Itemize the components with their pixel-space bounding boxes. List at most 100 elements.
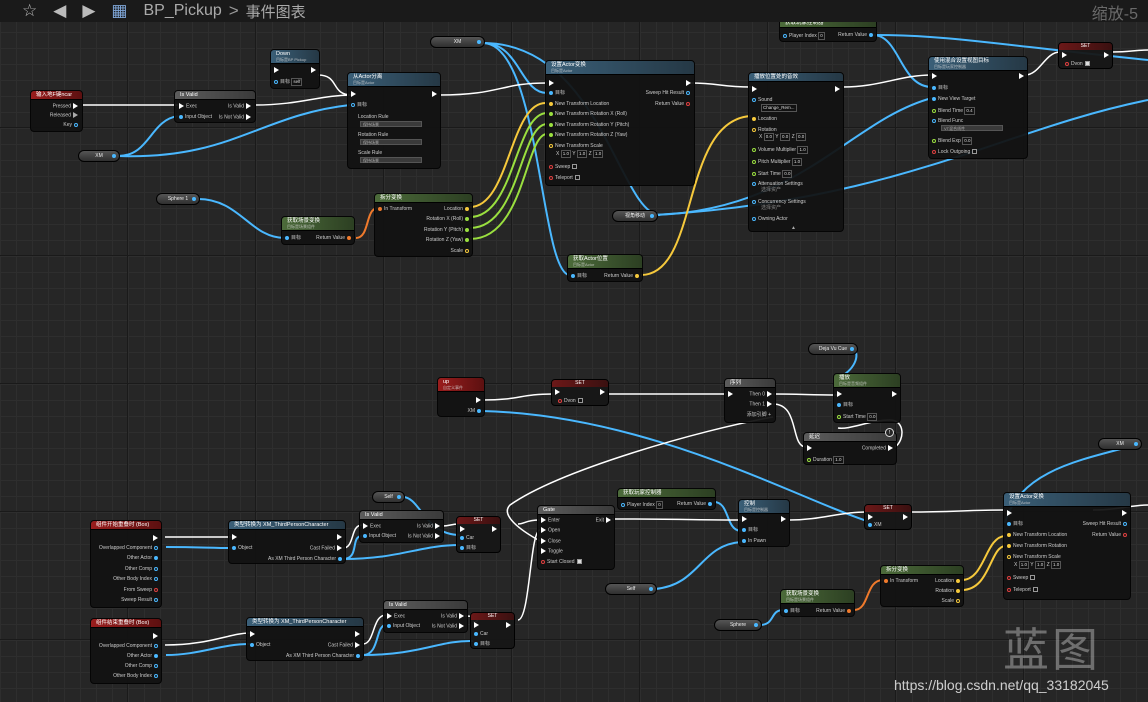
duration-field[interactable]: 1.0: [833, 456, 844, 464]
node-title: 输入地F键ncar: [31, 91, 82, 100]
get-world-transform-node-2[interactable]: 获取场景变换 目标是场景组件 目标 Return Value: [780, 589, 855, 617]
start-closed-checkbox[interactable]: [576, 559, 582, 565]
target-label: 目标: [555, 90, 566, 96]
set-dvon-node-top[interactable]: SET Dvon: [1058, 42, 1113, 69]
gate-node[interactable]: Gate Enter Exit Open Close Toggle Start …: [537, 505, 615, 570]
forward-arrow-icon[interactable]: ▶: [82, 1, 95, 21]
node-title: SET: [471, 613, 514, 620]
set-car-node-1[interactable]: SET Car 目标: [456, 516, 501, 553]
sweep-checkbox[interactable]: [1030, 575, 1036, 581]
location-label: Location: [935, 578, 954, 584]
xm-variable-top[interactable]: XM: [430, 36, 485, 48]
break-transform-node[interactable]: 拆分变换 In Transform Location Rotation X (R…: [374, 193, 473, 257]
target-label: 目标: [291, 235, 302, 241]
play-audio-node[interactable]: 播放 目标是音频组件 目标 Start Time 0.0: [833, 373, 901, 423]
pitch-field[interactable]: 1.0: [791, 158, 803, 166]
on-component-begin-overlap-node[interactable]: 组件开始重叠时 (Box) Overlapped Component Other…: [90, 520, 162, 608]
xm-variable-left[interactable]: XM: [78, 150, 120, 162]
lock-outgoing-checkbox[interactable]: [972, 149, 978, 155]
sphere-variable[interactable]: Sphere: [714, 619, 762, 631]
exec-label: Exec: [186, 103, 198, 110]
rotation-rule-dropdown[interactable]: 保持场景: [360, 139, 422, 145]
set-xm-node[interactable]: SET XM: [864, 504, 912, 530]
get-player-controller-node-2[interactable]: 获取玩家控制器 Player Index 0 Return Value: [617, 488, 716, 510]
scale-y-field[interactable]: 1.0: [1034, 561, 1046, 569]
location-rule-dropdown[interactable]: 保持场景: [360, 121, 422, 127]
return-label: Return Value: [838, 32, 867, 38]
xm-variable-right[interactable]: XM: [1098, 438, 1142, 450]
attenuation-asset-picker[interactable]: 选择资产: [761, 187, 781, 193]
start-time-field[interactable]: 0.0: [782, 170, 793, 178]
teleport-checkbox[interactable]: [574, 175, 580, 181]
up-custom-event-node[interactable]: up 自定义事件 XM: [437, 377, 485, 417]
then0-label: Then 0: [749, 391, 765, 398]
teleport-checkbox[interactable]: [1032, 587, 1038, 593]
sweep-hit-label: Sweep Hit Result: [1082, 521, 1121, 527]
is-valid-node-2[interactable]: Is Valid Exec Is Valid Input Object Is N…: [359, 510, 444, 543]
deja-vu-cue-variable[interactable]: Deja Vu Cue: [808, 343, 858, 355]
location-label: New Transform Location: [555, 101, 610, 107]
break-transform-node-2[interactable]: 拆分变换 In Transform Location Rotation Scal…: [880, 565, 964, 607]
set-actor-transform-node-2[interactable]: 设置Actor变换 目标是Actor 目标 Sweep Hit Result Ne…: [1003, 492, 1131, 600]
star-icon[interactable]: ☆: [22, 1, 37, 21]
start-time-field[interactable]: 0.0: [867, 413, 878, 421]
blueprint-title[interactable]: BP_Pickup: [143, 2, 221, 20]
cast-to-character-node-2[interactable]: 类型转换为 XM_ThirdPersonCharacter Object Cas…: [246, 617, 364, 661]
delay-node[interactable]: 延迟 Completed Duration 1.0: [803, 432, 897, 465]
scale-z-field[interactable]: 1.0: [593, 150, 604, 158]
return-label: Return Value: [316, 235, 345, 241]
player-index-field[interactable]: 0: [656, 501, 663, 509]
back-arrow-icon[interactable]: ◀: [53, 1, 66, 21]
volume-field[interactable]: 1.0: [797, 146, 808, 154]
sweep-checkbox[interactable]: [572, 164, 578, 170]
sphere1-variable[interactable]: Sphere 1: [156, 193, 200, 205]
key-input-event-node[interactable]: 输入地F键ncar Pressed Released Key: [30, 90, 83, 132]
detach-actor-node[interactable]: 从Actor分离 目标是Actor 目标 Location Rule 保持场景 R…: [347, 72, 441, 169]
down-function-node[interactable]: Down 目标是BP Pickup 目标 self: [270, 49, 320, 89]
target-label: 目标: [466, 545, 477, 551]
sequence-node[interactable]: 序列 Then 0 Then 1 添加引脚 +: [724, 378, 776, 423]
concurrency-asset-picker[interactable]: 选择资产: [761, 205, 781, 211]
sound-asset-picker[interactable]: Change_Rem...: [761, 104, 797, 112]
cast-to-character-node-1[interactable]: 类型转换为 XM_ThirdPersonCharacter Object Cas…: [228, 520, 346, 564]
set-car-node-2[interactable]: SET Car 目标: [470, 612, 515, 649]
possess-node[interactable]: 控制 目标是控制器 目标 In Pawn: [738, 499, 790, 547]
expand-arrow-icon[interactable]: ▲: [791, 225, 796, 231]
self-variable-1[interactable]: Self: [372, 491, 405, 503]
add-pin-button[interactable]: 添加引脚: [747, 412, 767, 418]
scale-x-field[interactable]: 1.0: [1018, 561, 1029, 569]
blend-func-dropdown[interactable]: VT混合线性: [941, 125, 1003, 131]
rot-x-field[interactable]: 0.0: [763, 133, 774, 141]
set-actor-transform-node[interactable]: 设置Actor变换 目标是Actor 目标 Sweep Hit Result Ne…: [545, 60, 695, 186]
rot-z-field[interactable]: 0.0: [796, 133, 807, 141]
dvon-checkbox[interactable]: [1084, 61, 1090, 67]
node-title: 组件结束重叠时 (Box): [91, 619, 161, 628]
target-label: 目标: [577, 273, 588, 279]
scale-x-field[interactable]: 1.0: [560, 150, 571, 158]
cast-failed-label: Cast Failed: [327, 642, 353, 649]
on-component-end-overlap-node[interactable]: 组件结束重叠时 (Box) Overlapped Component Other…: [90, 618, 162, 684]
rot-y-field[interactable]: 0.0: [779, 133, 791, 141]
toggle-label: Toggle: [548, 548, 563, 555]
player-index-field[interactable]: 0: [818, 32, 825, 40]
input-object-label: Input Object: [393, 623, 420, 629]
dvon-checkbox[interactable]: [577, 398, 583, 404]
scale-z-field[interactable]: 1.0: [1051, 561, 1062, 569]
is-valid-node-1[interactable]: Is Valid Exec Is Valid Input Object Is N…: [174, 90, 256, 123]
self-variable-2[interactable]: Self: [605, 583, 657, 595]
scale-y-field[interactable]: 1.0: [576, 150, 588, 158]
camera-move-variable[interactable]: 视角移动: [612, 210, 658, 222]
set-dvon-node-mid[interactable]: SET Dvon: [551, 379, 609, 406]
scale-rule-dropdown[interactable]: 保持场景: [360, 157, 422, 163]
set-view-target-blend-node[interactable]: 使用混合设置视图目标 目标是玩家控制器 目标 New View Target Bl…: [928, 56, 1028, 159]
is-valid-node-3[interactable]: Is Valid Exec Is Valid Input Object Is N…: [383, 600, 468, 633]
graph-name[interactable]: 事件图表: [246, 1, 306, 22]
dvon-label: Dvon: [1071, 61, 1083, 67]
get-actor-location-node[interactable]: 获取Actor位置 目标是Actor 目标 Return Value: [567, 254, 643, 282]
blend-time-field[interactable]: 0.4: [964, 107, 975, 115]
get-world-transform-node[interactable]: 获取场景变换 目标是场景组件 目标 Return Value: [281, 216, 355, 245]
reroute-node-icon[interactable]: !: [885, 428, 894, 437]
watermark-logo: 蓝图: [1003, 623, 1101, 677]
blend-exp-field[interactable]: 0.0: [962, 137, 973, 145]
play-sound-at-location-node[interactable]: 播放位置处的音效 Sound Change_Rem... Location Ro…: [748, 72, 844, 232]
